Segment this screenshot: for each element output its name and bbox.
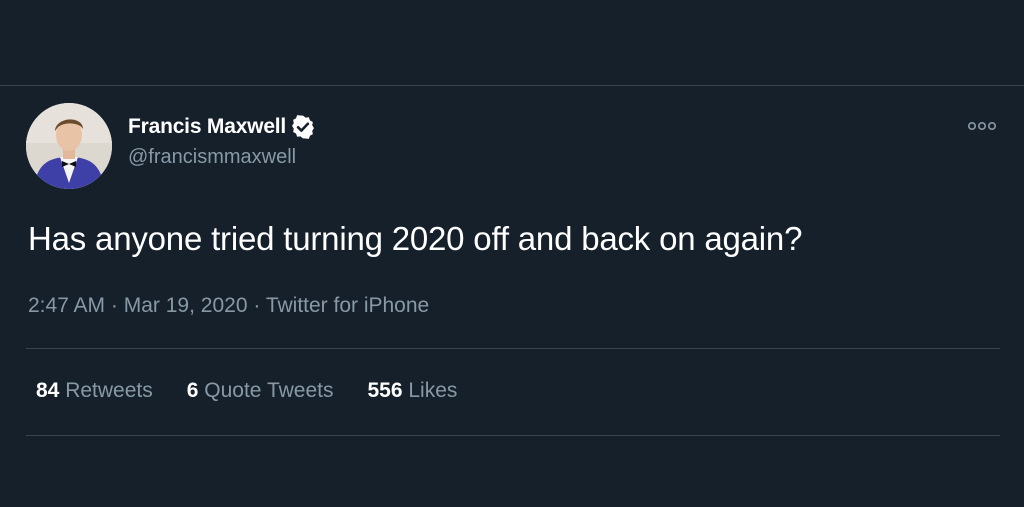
likes-label: Likes (408, 379, 458, 402)
quote-tweets-stat[interactable]: 6 Quote Tweets (187, 379, 334, 403)
likes-stat[interactable]: 556 Likes (367, 379, 457, 403)
tweet-source-link[interactable]: Twitter for iPhone (266, 294, 429, 317)
verified-badge-icon (292, 115, 315, 139)
author-name[interactable]: Francis Maxwell (128, 114, 316, 140)
avatar[interactable] (26, 103, 112, 189)
quote-tweets-count: 6 (186, 379, 199, 402)
tweet-text: Has anyone tried turning 2020 off and ba… (28, 220, 803, 257)
retweets-label: Retweets (65, 379, 153, 402)
more-options-icon[interactable] (966, 118, 998, 134)
tweet-time: 2:47 AM (28, 294, 106, 317)
tweet-date: Mar 19, 2020 (123, 294, 248, 317)
stats-divider (26, 435, 1000, 436)
header-divider (0, 85, 1024, 86)
likes-count: 556 (367, 379, 403, 402)
tweet-time-link[interactable]: 2:47 AM · Mar 19, 2020 (28, 294, 248, 317)
author-handle[interactable]: @francismmaxwell (128, 146, 296, 169)
retweets-stat[interactable]: 84 Retweets (36, 379, 153, 403)
meta-separator: · (110, 294, 118, 317)
meta-separator: · (253, 294, 261, 317)
avatar-image (26, 103, 112, 189)
retweets-count: 84 (36, 379, 60, 402)
meta-divider (26, 348, 1000, 349)
author-name-text: Francis Maxwell (128, 115, 287, 138)
tweet-page: Francis Maxwell @francismmaxwell Has any… (0, 0, 1024, 507)
quote-tweets-label: Quote Tweets (204, 379, 334, 402)
tweet-stats: 84 Retweets 6 Quote Tweets 556 Likes (36, 379, 491, 403)
tweet-metadata: 2:47 AM · Mar 19, 2020 · Twitter for iPh… (28, 294, 429, 318)
